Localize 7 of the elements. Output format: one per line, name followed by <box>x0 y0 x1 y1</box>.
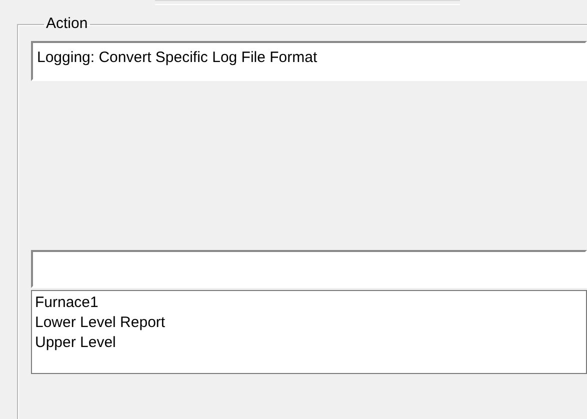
group-label: Action <box>45 15 89 33</box>
list-box[interactable]: Furnace1 Lower Level Report Upper Level <box>31 290 587 374</box>
list-item[interactable]: Furnace1 <box>35 293 583 313</box>
action-field[interactable]: Logging: Convert Specific Log File Format <box>31 41 587 81</box>
list-item[interactable]: Lower Level Report <box>35 313 583 333</box>
input-field[interactable] <box>31 250 587 288</box>
list-item[interactable]: Upper Level <box>35 333 583 353</box>
